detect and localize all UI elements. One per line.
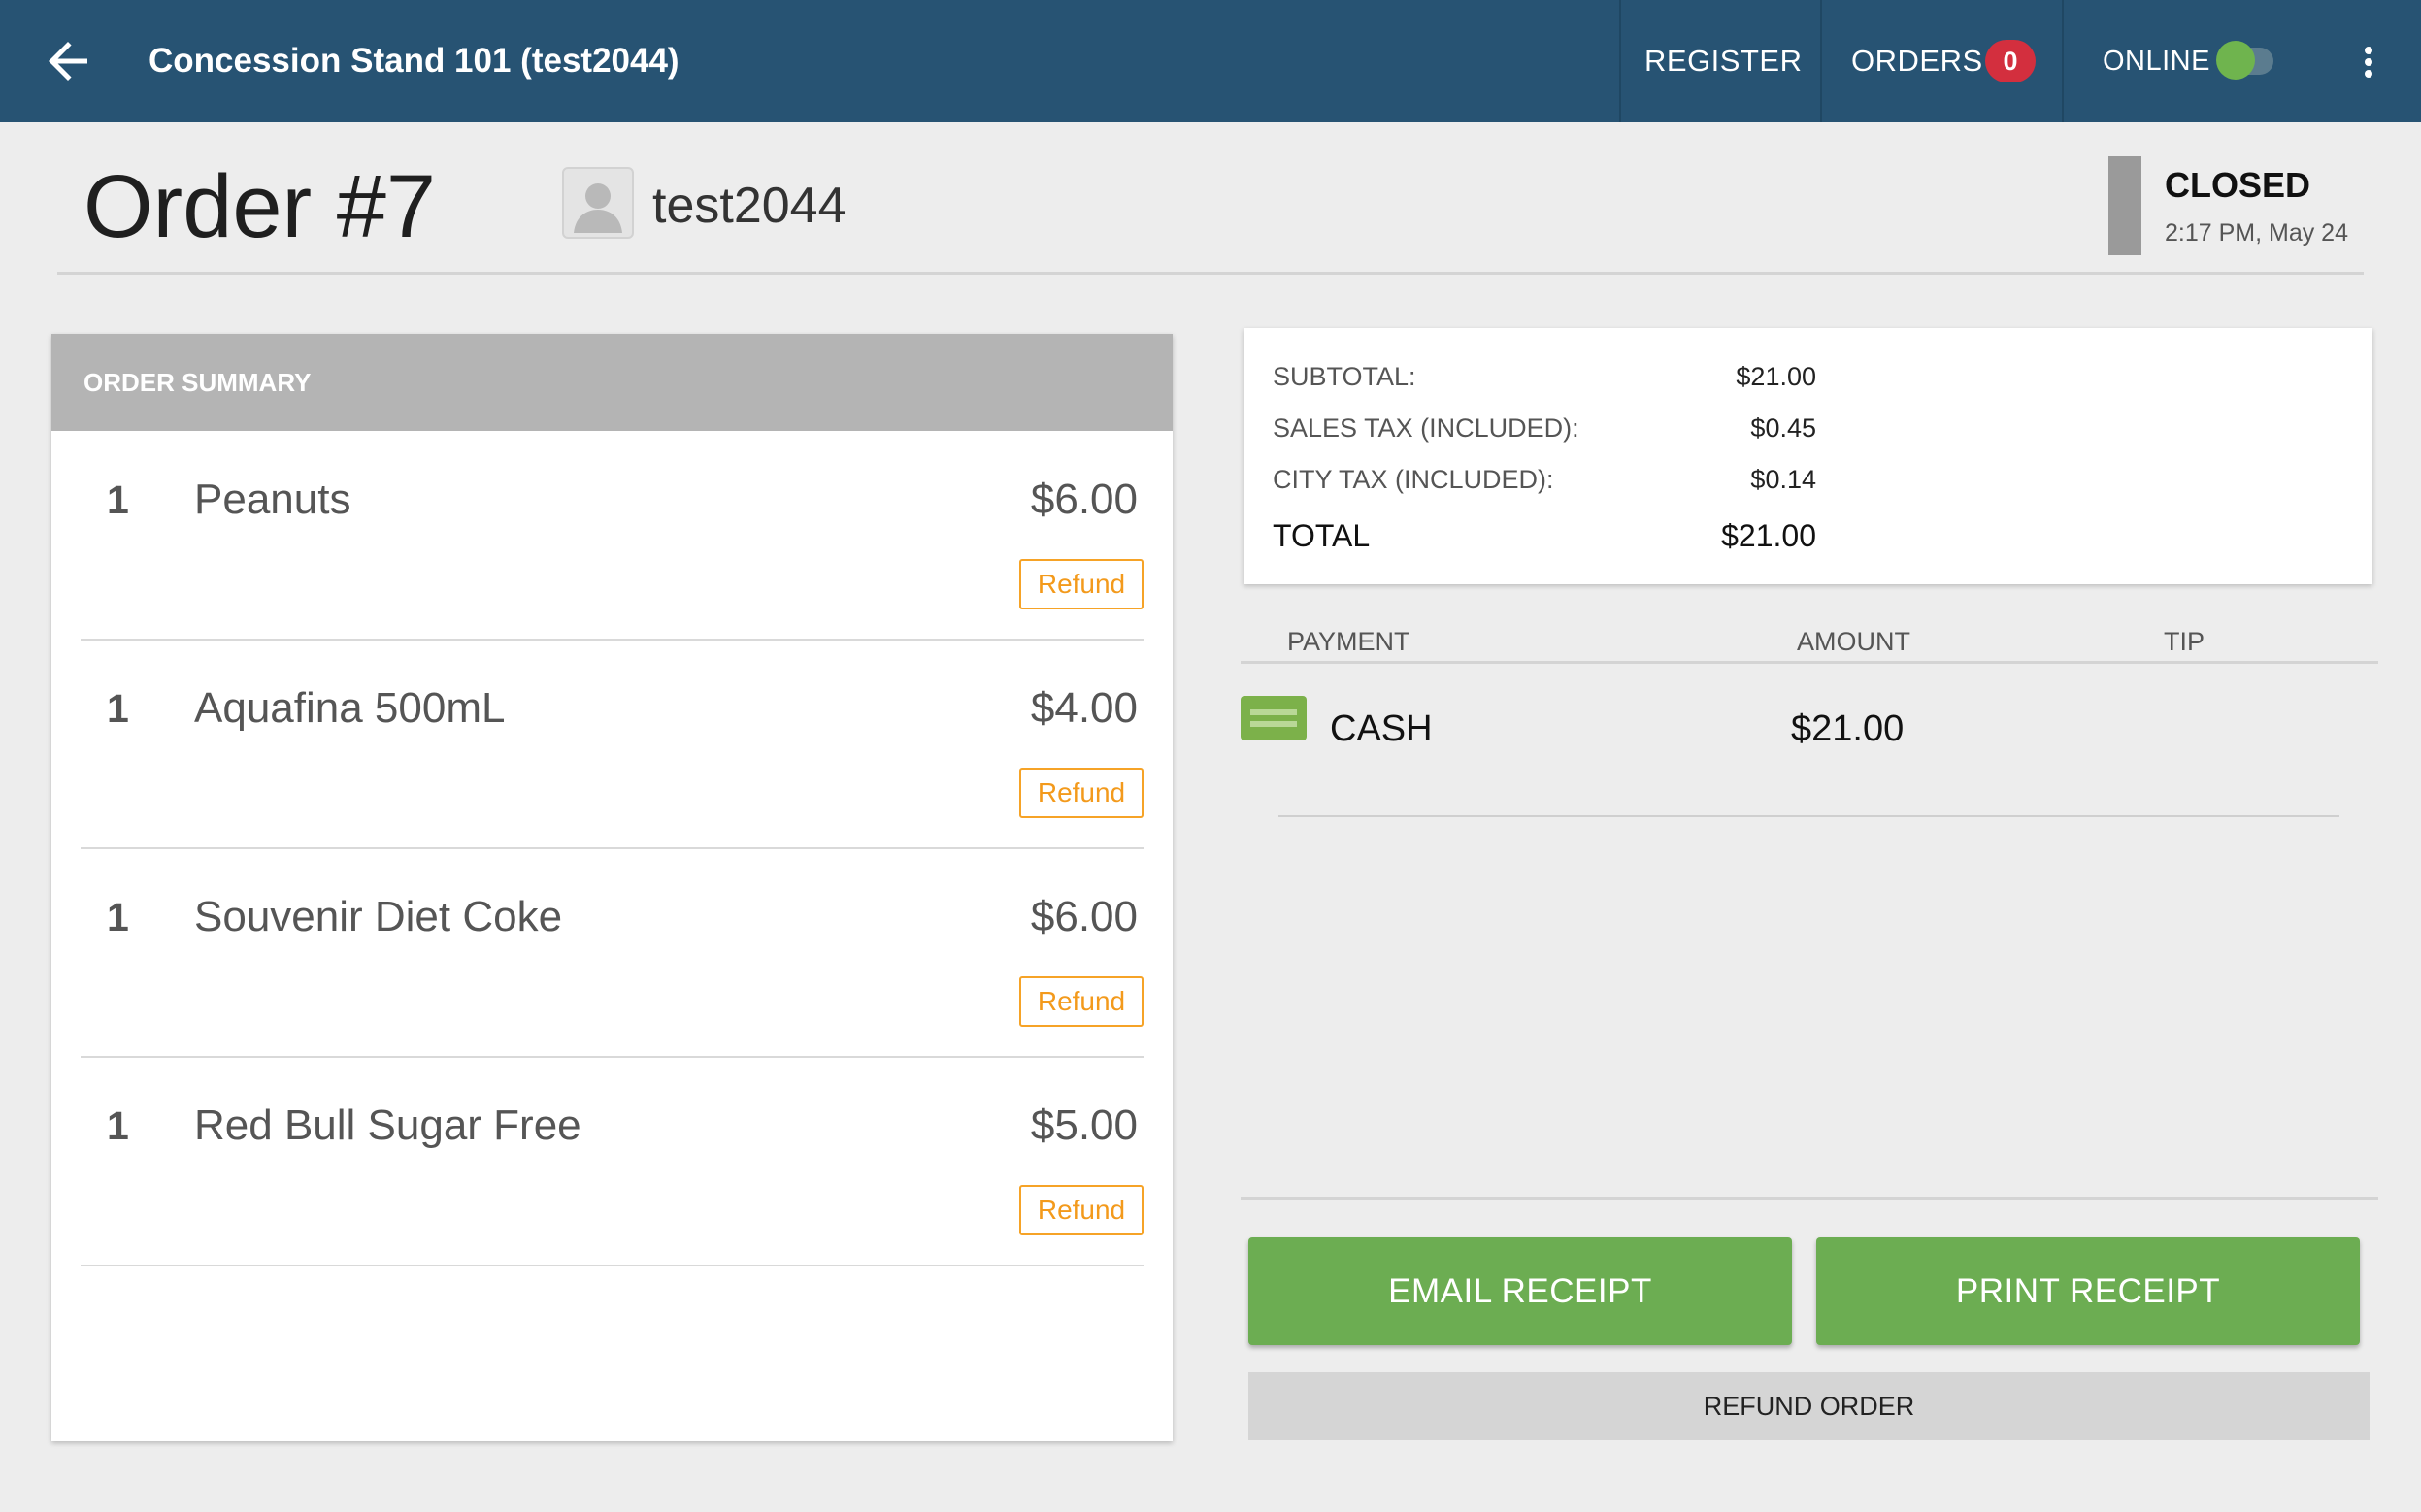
item-price: $4.00 [1030,684,1138,732]
order-title: Order #7 [83,157,437,256]
more-dot [2365,47,2372,54]
app-title: Concession Stand 101 (test2044) [149,42,680,80]
nav-register[interactable]: REGISTER [1644,0,1802,122]
item-name: Peanuts [194,476,351,523]
tip-column-header: TIP [2164,627,2205,656]
app-bar: Concession Stand 101 (test2044) REGISTER… [0,0,2421,122]
amount-column-header: AMOUNT [1797,627,1910,656]
order-item: 1 Red Bull Sugar Free $5.00 Refund [81,1057,1144,1266]
item-price: $6.00 [1030,893,1138,940]
actions-divider [1241,1197,2378,1200]
cash-icon-stripe [1250,709,1297,715]
arrow-left-icon [49,42,87,81]
nav-divider [2062,0,2064,122]
refund-item-button[interactable]: Refund [1019,559,1144,609]
total-value: $21.00 [1721,518,1816,553]
item-name: Souvenir Diet Coke [194,893,563,940]
item-quantity: 1 [107,477,129,522]
nav-divider [1820,0,1822,122]
nav-divider [1619,0,1621,122]
payment-column-header: PAYMENT [1287,627,1410,656]
payment-header-divider [1241,661,2378,664]
totals-card: SUBTOTAL: $21.00 SALES TAX (INCLUDED): $… [1244,328,2372,584]
cash-icon-stripe [1250,721,1297,727]
item-name: Aquafina 500mL [194,684,506,732]
customer-name: test2044 [652,178,846,234]
item-price: $6.00 [1030,476,1138,523]
cash-icon [1241,696,1307,740]
more-options-button[interactable] [2349,32,2388,90]
order-item: 1 Souvenir Diet Coke $6.00 Refund [81,848,1144,1058]
online-toggle-knob [2216,41,2255,80]
online-label: ONLINE [2103,46,2210,77]
subtotal-value: $21.00 [1736,362,1816,391]
status-indicator [2108,156,2141,255]
order-status-time: 2:17 PM, May 24 [2165,219,2348,247]
refund-item-button[interactable]: Refund [1019,1185,1144,1235]
sales-tax-value: $0.45 [1750,413,1816,443]
city-tax-value: $0.14 [1750,465,1816,494]
more-dot [2365,70,2372,78]
item-price: $5.00 [1030,1101,1138,1149]
order-item: 1 Peanuts $6.00 Refund [81,431,1144,641]
item-quantity: 1 [107,1103,129,1148]
refund-order-button[interactable]: REFUND ORDER [1248,1372,2370,1440]
payment-row-divider [1278,815,2339,817]
total-label: TOTAL [1273,518,1371,553]
city-tax-label: CITY TAX (INCLUDED): [1273,465,1554,494]
order-summary-heading: ORDER SUMMARY [51,334,1173,431]
header-divider [57,272,2364,275]
item-quantity: 1 [107,686,129,731]
item-name: Red Bull Sugar Free [194,1101,581,1149]
orders-count-badge: 0 [1985,40,2036,82]
email-receipt-button[interactable]: EMAIL RECEIPT [1248,1237,1792,1345]
item-quantity: 1 [107,895,129,939]
order-status: CLOSED [2165,165,2311,205]
more-dot [2365,58,2372,66]
nav-orders[interactable]: ORDERS [1851,0,1983,122]
back-button[interactable] [39,32,97,90]
customer-avatar [562,167,634,239]
payment-amount: $21.00 [1791,708,1905,749]
print-receipt-button[interactable]: PRINT RECEIPT [1816,1237,2360,1345]
order-item: 1 Aquafina 500mL $4.00 Refund [81,640,1144,849]
payment-method: CASH [1330,708,1433,749]
sales-tax-label: SALES TAX (INCLUDED): [1273,413,1579,443]
person-icon [574,183,622,233]
refund-item-button[interactable]: Refund [1019,976,1144,1027]
order-summary-card: ORDER SUMMARY 1 Peanuts $6.00 Refund 1 A… [51,334,1173,1441]
refund-item-button[interactable]: Refund [1019,768,1144,818]
subtotal-label: SUBTOTAL: [1273,362,1416,391]
